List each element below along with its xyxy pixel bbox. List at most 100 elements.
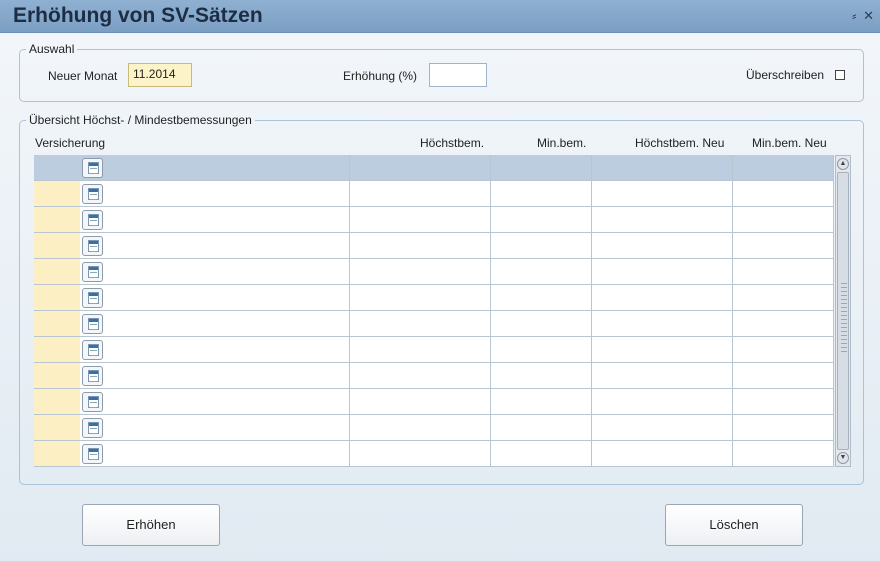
column-header-minbem-neu[interactable]: Min.bem. Neu [752, 136, 827, 150]
table-row[interactable] [34, 337, 834, 363]
hoechstbem-neu-cell[interactable] [592, 311, 733, 337]
versicherung-cell[interactable] [106, 389, 350, 415]
loeschen-button[interactable]: Löschen [665, 504, 803, 546]
column-header-versicherung[interactable]: Versicherung [35, 136, 105, 150]
minbem-cell[interactable] [491, 207, 592, 233]
table-row[interactable] [34, 285, 834, 311]
lookup-list-icon[interactable] [82, 210, 103, 230]
minbem-cell[interactable] [491, 259, 592, 285]
hoechstbem-neu-cell[interactable] [592, 363, 733, 389]
minbem-neu-cell[interactable] [733, 363, 834, 389]
minbem-neu-cell[interactable] [733, 441, 834, 467]
hoechstbem-cell[interactable] [350, 259, 491, 285]
hoechstbem-cell[interactable] [350, 363, 491, 389]
minbem-neu-cell[interactable] [733, 337, 834, 363]
table-row[interactable] [34, 155, 834, 181]
hoechstbem-cell[interactable] [350, 233, 491, 259]
minbem-neu-cell[interactable] [733, 207, 834, 233]
versicherung-cell[interactable] [106, 337, 350, 363]
neuer-monat-field[interactable]: 11.2014 [128, 63, 192, 87]
hoechstbem-neu-cell[interactable] [592, 337, 733, 363]
close-icon[interactable]: ✕ [863, 8, 874, 23]
table-row[interactable] [34, 181, 834, 207]
hoechstbem-neu-cell[interactable] [592, 441, 733, 467]
lookup-list-icon[interactable] [82, 158, 103, 178]
minbem-neu-cell[interactable] [733, 311, 834, 337]
hoechstbem-neu-cell[interactable] [592, 155, 733, 181]
minbem-cell[interactable] [491, 233, 592, 259]
lookup-list-icon[interactable] [82, 444, 103, 464]
row-marker[interactable] [34, 259, 80, 285]
hoechstbem-cell[interactable] [350, 415, 491, 441]
pin-icon[interactable]: ⸗ [852, 8, 856, 23]
hoechstbem-cell[interactable] [350, 389, 491, 415]
hoechstbem-cell[interactable] [350, 155, 491, 181]
row-marker[interactable] [34, 441, 80, 467]
hoechstbem-cell[interactable] [350, 285, 491, 311]
versicherung-cell[interactable] [106, 181, 350, 207]
versicherung-cell[interactable] [106, 311, 350, 337]
minbem-neu-cell[interactable] [733, 389, 834, 415]
column-header-hoechstbem[interactable]: Höchstbem. [420, 136, 484, 150]
minbem-cell[interactable] [491, 441, 592, 467]
hoechstbem-neu-cell[interactable] [592, 415, 733, 441]
row-marker[interactable] [34, 415, 80, 441]
ueberschreiben-checkbox[interactable] [835, 70, 845, 80]
lookup-list-icon[interactable] [82, 418, 103, 438]
versicherung-cell[interactable] [106, 259, 350, 285]
minbem-cell[interactable] [491, 389, 592, 415]
row-marker[interactable] [34, 155, 80, 181]
versicherung-cell[interactable] [106, 441, 350, 467]
chevron-down-icon[interactable]: ▼ [837, 452, 849, 464]
hoechstbem-cell[interactable] [350, 207, 491, 233]
table-row[interactable] [34, 259, 834, 285]
hoechstbem-neu-cell[interactable] [592, 207, 733, 233]
lookup-list-icon[interactable] [82, 288, 103, 308]
row-marker[interactable] [34, 285, 80, 311]
minbem-cell[interactable] [491, 285, 592, 311]
hoechstbem-neu-cell[interactable] [592, 259, 733, 285]
lookup-list-icon[interactable] [82, 366, 103, 386]
row-marker[interactable] [34, 389, 80, 415]
minbem-cell[interactable] [491, 311, 592, 337]
row-marker[interactable] [34, 207, 80, 233]
table-row[interactable] [34, 415, 834, 441]
minbem-neu-cell[interactable] [733, 259, 834, 285]
versicherung-cell[interactable] [106, 155, 350, 181]
table-row[interactable] [34, 363, 834, 389]
lookup-list-icon[interactable] [82, 392, 103, 412]
table-scrollbar[interactable]: ▲ ▼ [835, 155, 851, 467]
versicherung-cell[interactable] [106, 233, 350, 259]
row-marker[interactable] [34, 363, 80, 389]
scrollbar-thumb[interactable] [837, 172, 849, 450]
table-row[interactable] [34, 233, 834, 259]
minbem-neu-cell[interactable] [733, 181, 834, 207]
lookup-list-icon[interactable] [82, 340, 103, 360]
minbem-cell[interactable] [491, 363, 592, 389]
table-row[interactable] [34, 207, 834, 233]
minbem-cell[interactable] [491, 415, 592, 441]
hoechstbem-cell[interactable] [350, 441, 491, 467]
hoechstbem-cell[interactable] [350, 311, 491, 337]
versicherung-cell[interactable] [106, 363, 350, 389]
lookup-list-icon[interactable] [82, 314, 103, 334]
hoechstbem-neu-cell[interactable] [592, 233, 733, 259]
minbem-neu-cell[interactable] [733, 233, 834, 259]
versicherung-cell[interactable] [106, 285, 350, 311]
versicherung-cell[interactable] [106, 207, 350, 233]
minbem-neu-cell[interactable] [733, 415, 834, 441]
lookup-list-icon[interactable] [82, 236, 103, 256]
hoechstbem-neu-cell[interactable] [592, 181, 733, 207]
hoechstbem-cell[interactable] [350, 181, 491, 207]
column-header-minbem[interactable]: Min.bem. [537, 136, 586, 150]
minbem-cell[interactable] [491, 155, 592, 181]
minbem-neu-cell[interactable] [733, 155, 834, 181]
row-marker[interactable] [34, 181, 80, 207]
row-marker[interactable] [34, 311, 80, 337]
hoechstbem-neu-cell[interactable] [592, 285, 733, 311]
minbem-neu-cell[interactable] [733, 285, 834, 311]
lookup-list-icon[interactable] [82, 184, 103, 204]
minbem-cell[interactable] [491, 181, 592, 207]
column-header-hoechstbem-neu[interactable]: Höchstbem. Neu [635, 136, 724, 150]
row-marker[interactable] [34, 337, 80, 363]
